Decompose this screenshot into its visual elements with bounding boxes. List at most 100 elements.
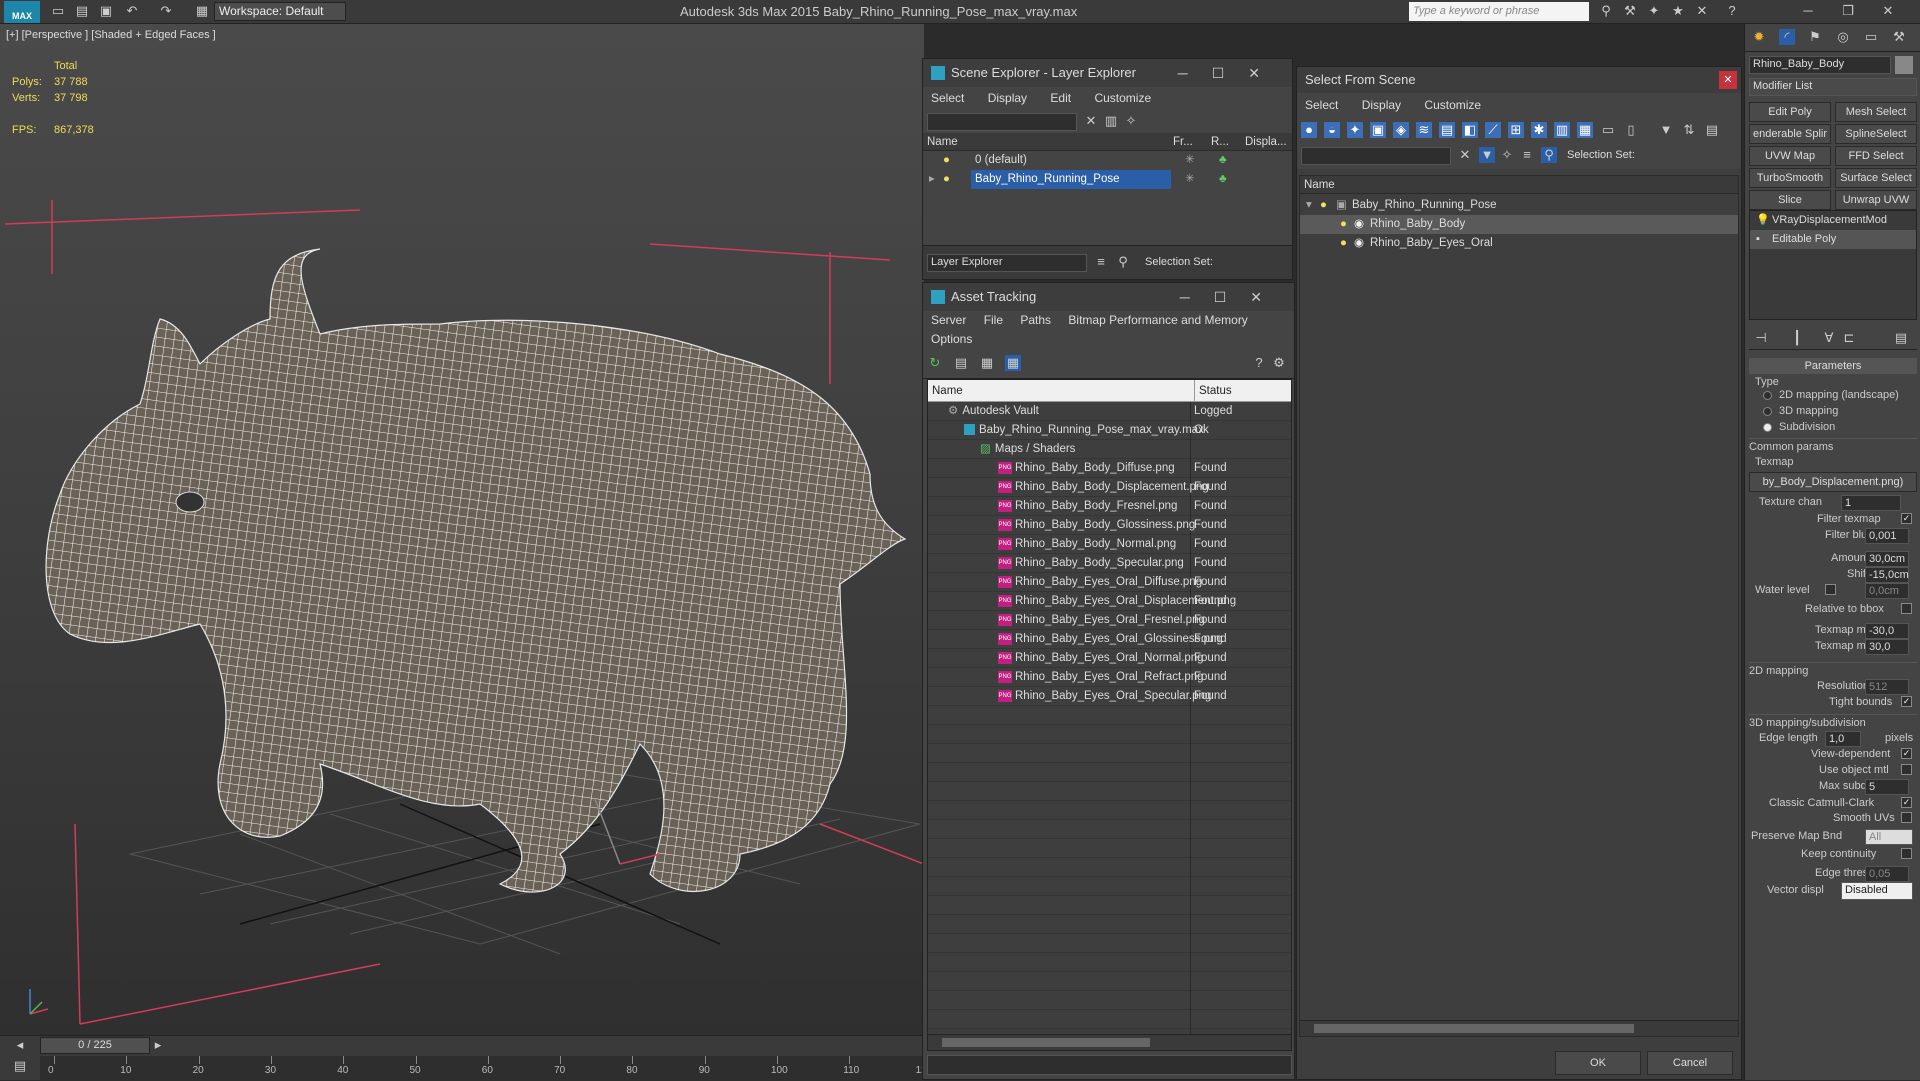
visible-icon[interactable]: ● [1320, 196, 1327, 215]
preserve-map-bnd-dropdown[interactable]: All [1865, 829, 1913, 845]
asset-row[interactable]: ⚙ Autodesk Vault Logged [928, 402, 1291, 421]
menu-edit[interactable]: Edit [1050, 91, 1071, 105]
modifier-set-button[interactable]: TurboSmooth [1749, 168, 1831, 188]
col-freeze[interactable]: Fr... [1173, 133, 1193, 151]
scene-explorer-search[interactable] [927, 113, 1077, 131]
scene-explorer-titlebar[interactable]: Scene Explorer - Layer Explorer ─☐✕ [923, 59, 1292, 87]
col-render[interactable]: R... [1211, 133, 1229, 151]
configure-sets-icon[interactable]: ▤ [1893, 330, 1909, 346]
layer-explorer-icon[interactable]: ≡ [1093, 254, 1109, 270]
ok-button[interactable]: OK [1555, 1051, 1641, 1075]
help-icon[interactable]: ? [1251, 355, 1267, 371]
menu-customize[interactable]: Customize [1424, 98, 1481, 112]
create-tab-icon[interactable]: ✹ [1751, 29, 1767, 45]
cameras-filter-icon[interactable]: ▣ [1370, 122, 1386, 138]
clear-search-icon[interactable]: ✕ [1457, 147, 1473, 163]
asset-row[interactable]: ▨ Maps / Shaders [928, 440, 1291, 459]
hidden-filter-icon[interactable]: ▥ [1554, 122, 1570, 138]
render-icon[interactable]: ♣ [1219, 151, 1227, 170]
layer-visible-icon[interactable]: ● [943, 151, 950, 170]
col-display[interactable]: Displa... [1245, 133, 1287, 151]
modifier-set-button[interactable]: SplineSelect [1835, 124, 1917, 144]
redo-icon[interactable]: ↷ [158, 3, 174, 19]
list-view-icon[interactable]: ▤ [953, 355, 969, 371]
render-icon[interactable]: ♣ [1219, 170, 1227, 189]
close-icon[interactable]: ✕ [1880, 3, 1896, 19]
find-icon[interactable]: ✧ [1123, 113, 1139, 129]
time-slider[interactable]: 0 / 225 [40, 1037, 150, 1054]
freeze-icon[interactable]: ✳ [1185, 151, 1195, 170]
find-case-icon[interactable]: ✧ [1499, 147, 1515, 163]
expand-icon[interactable]: ▪ [1756, 230, 1760, 249]
filter-texmap-checkbox[interactable]: ✓ [1901, 513, 1912, 524]
workspace-dropdown[interactable]: Workspace: Default [214, 2, 346, 21]
amount-field[interactable]: 30,0cm [1865, 551, 1909, 567]
frame-ruler[interactable]: 010203040506070809010011012 [40, 1056, 927, 1081]
visible-icon[interactable]: ● [1340, 215, 1347, 234]
asset-scrollbar[interactable] [928, 1034, 1291, 1050]
frozen-filter-icon[interactable]: ✱ [1531, 122, 1547, 138]
hierarchy-tab-icon[interactable]: ⚑ [1807, 29, 1823, 45]
sort-icon[interactable]: ⇅ [1681, 122, 1697, 138]
light-bulb-icon[interactable]: 💡 [1756, 211, 1770, 230]
keep-continuity-checkbox[interactable] [1901, 848, 1912, 859]
radio-subdivision[interactable] [1763, 423, 1772, 432]
shapes-filter-icon[interactable]: ◒ [1324, 122, 1340, 138]
texmap-button[interactable]: by_Body_Displacement.png) [1749, 472, 1917, 492]
display-all-icon[interactable]: ▦ [1577, 122, 1593, 138]
invert-display-icon[interactable]: ▯ [1623, 122, 1639, 138]
subscription-icon[interactable]: ✦ [1646, 3, 1662, 19]
radio-3d-mapping[interactable] [1763, 407, 1772, 416]
menu-select[interactable]: Select [931, 91, 964, 105]
table-view-icon[interactable]: ▦ [1005, 355, 1021, 371]
helpers-filter-icon[interactable]: ◈ [1393, 122, 1409, 138]
edge-length-field[interactable]: 1,0 [1825, 731, 1861, 747]
filter-icon[interactable]: ▼ [1479, 147, 1495, 163]
filter-blur-field[interactable]: 0,001 [1865, 528, 1909, 544]
find-field[interactable] [1301, 147, 1451, 165]
remove-modifier-icon[interactable]: ⊏ [1841, 330, 1857, 346]
object-color-swatch[interactable] [1895, 56, 1913, 74]
motion-tab-icon[interactable]: ◎ [1835, 29, 1851, 45]
restore-icon[interactable]: ❐ [1840, 3, 1856, 19]
layer-icon[interactable]: ≡ [1519, 147, 1535, 163]
window-controls[interactable]: ─☐✕ [1180, 283, 1286, 311]
lights-filter-icon[interactable]: ✦ [1347, 122, 1363, 138]
edge-thresh-field[interactable]: 0,05 [1865, 866, 1909, 882]
asset-row[interactable]: PNG Rhino_Baby_Body_Displacement.png Found [928, 478, 1291, 497]
filter-options-icon[interactable]: ▼ [1658, 122, 1674, 138]
modifier-list-dropdown[interactable]: Modifier List [1749, 78, 1917, 96]
modifier-set-button[interactable]: UVW Map [1749, 146, 1831, 166]
close-icon[interactable]: ✕ [1719, 71, 1737, 89]
minimize-icon[interactable]: ─ [1800, 3, 1816, 19]
asset-row[interactable]: PNG Rhino_Baby_Eyes_Oral_Diffuse.png Found [928, 573, 1291, 592]
filter-icon[interactable]: ▥ [1103, 113, 1119, 129]
menu-bitmap-performance[interactable]: Bitmap Performance and Memory [1068, 313, 1247, 327]
object-name-field[interactable]: Rhino_Baby_Body [1749, 56, 1891, 74]
texture-chan-field[interactable]: 1 [1841, 495, 1901, 511]
save-icon[interactable]: ▣ [98, 3, 114, 19]
new-file-icon[interactable]: ▭ [50, 3, 66, 19]
utilities-tab-icon[interactable]: ⚒ [1891, 29, 1907, 45]
explorer-type-dropdown[interactable]: Layer Explorer [927, 254, 1087, 272]
asset-row[interactable]: PNG Rhino_Baby_Body_Normal.png Found [928, 535, 1291, 554]
refresh-icon[interactable]: ↻ [927, 355, 943, 371]
expand-icon[interactable]: ▸ [929, 170, 935, 189]
scene-object-row[interactable]: ● ◉ Rhino_Baby_Body [1300, 215, 1738, 234]
asset-row[interactable]: Baby_Rhino_Running_Pose_max_vray.max Ok [928, 421, 1291, 440]
binoculars-icon[interactable]: ⚲ [1598, 3, 1614, 19]
col-name[interactable]: Name [927, 133, 958, 151]
undo-icon[interactable]: ↶ [124, 3, 140, 19]
layer-visible-icon[interactable]: ● [943, 170, 950, 189]
next-frame-icon[interactable]: ▸ [150, 1037, 166, 1053]
search-input[interactable]: Type a keyword or phrase [1409, 2, 1589, 21]
window-controls[interactable]: ─☐✕ [1178, 59, 1284, 87]
menu-display[interactable]: Display [1362, 98, 1401, 112]
visible-icon[interactable]: ● [1340, 234, 1347, 253]
containers-filter-icon[interactable]: ⊞ [1508, 122, 1524, 138]
exchange-icon[interactable]: ✕ [1694, 3, 1710, 19]
scroll-thumb[interactable] [942, 1038, 1150, 1047]
texmap-max-field[interactable]: 30,0 [1865, 639, 1909, 655]
menu-display[interactable]: Display [988, 91, 1027, 105]
vector-displ-dropdown[interactable]: Disabled [1841, 882, 1913, 900]
